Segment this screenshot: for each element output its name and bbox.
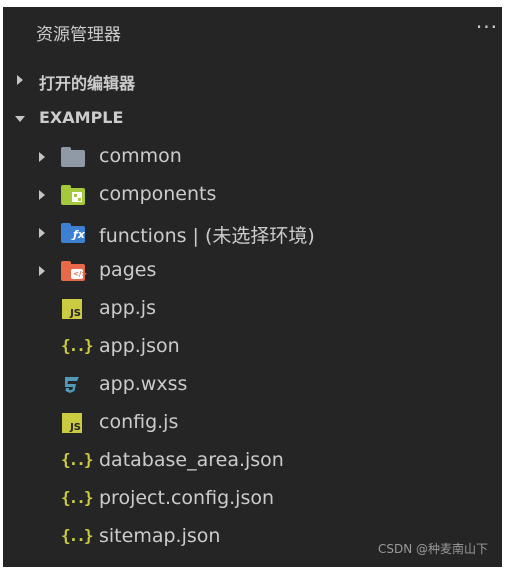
chevron-right-icon: [39, 152, 45, 162]
json-file-icon: {..}: [61, 450, 94, 469]
tree-item-pages[interactable]: </> pages: [3, 252, 502, 290]
tree-item-database-area-json[interactable]: {..} database_area.json: [3, 442, 502, 480]
js-file-icon: JS: [61, 298, 85, 320]
tree-item-label: config.js: [99, 411, 179, 433]
tree-item-label: pages: [99, 259, 157, 281]
chevron-right-icon: [39, 266, 45, 276]
tree-item-label: common: [99, 145, 182, 167]
explorer-titlebar: 资源管理器 ···: [3, 7, 502, 54]
chevron-right-icon: [39, 190, 45, 200]
tree-item-app-json[interactable]: {..} app.json: [3, 328, 502, 366]
workspace-section[interactable]: EXAMPLE: [3, 100, 502, 138]
tree-item-common[interactable]: common: [3, 138, 502, 176]
open-editors-label: 打开的编辑器: [39, 74, 136, 93]
tree-item-label: app.json: [99, 335, 180, 357]
explorer-panel: 资源管理器 ··· 打开的编辑器 EXAMPLE common componen…: [3, 7, 502, 567]
tree-item-label: app.wxss: [99, 373, 188, 395]
tree-item-project-config-json[interactable]: {..} project.config.json: [3, 480, 502, 518]
chevron-right-icon: [39, 228, 45, 238]
json-file-icon: {..}: [61, 488, 94, 507]
folder-icon: [61, 146, 85, 168]
tree-item-app-js[interactable]: JS app.js: [3, 290, 502, 328]
tree-item-label: sitemap.json: [99, 525, 221, 547]
tree-item-label: functions | (未选择环境): [99, 225, 315, 247]
tree-item-components[interactable]: components: [3, 176, 502, 214]
chevron-down-icon: [15, 116, 25, 122]
tree-item-app-wxss[interactable]: app.wxss: [3, 366, 502, 404]
tree-item-config-js[interactable]: JS config.js: [3, 404, 502, 442]
explorer-title: 资源管理器: [36, 25, 121, 45]
js-file-icon: JS: [61, 412, 85, 434]
css-file-icon: [61, 374, 85, 396]
tree-item-label: components: [99, 183, 217, 205]
tree-item-label: database_area.json: [99, 449, 284, 471]
json-file-icon: {..}: [61, 336, 94, 355]
workspace-label: EXAMPLE: [39, 108, 124, 127]
functions-folder-icon: ƒx: [61, 222, 85, 244]
pages-folder-icon: </>: [61, 260, 87, 282]
tree-item-label: project.config.json: [99, 487, 275, 509]
watermark: CSDN @种麦南山下: [377, 542, 488, 556]
tree-item-label: app.js: [99, 297, 156, 319]
more-actions-icon[interactable]: ···: [476, 15, 498, 39]
components-folder-icon: [61, 184, 85, 206]
open-editors-section[interactable]: 打开的编辑器: [3, 62, 502, 100]
chevron-right-icon: [17, 75, 23, 85]
json-file-icon: {..}: [61, 526, 94, 545]
tree-item-functions[interactable]: ƒx functions | (未选择环境): [3, 214, 502, 252]
